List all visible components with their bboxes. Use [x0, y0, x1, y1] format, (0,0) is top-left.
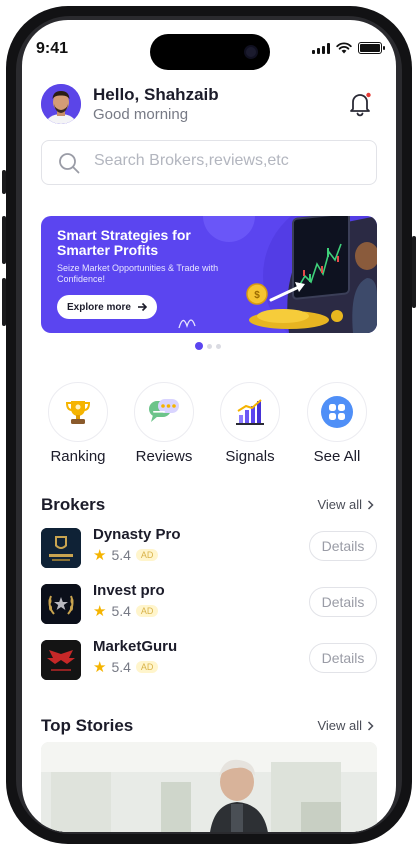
broker-list-item[interactable]: MarketGuru ★ 5.4 AD Details: [41, 638, 377, 682]
carousel-dot-active[interactable]: [195, 342, 203, 350]
banner-title: Smart Strategies for Smarter Profits: [57, 227, 191, 258]
quick-action-label: Reviews: [135, 448, 193, 465]
quick-action-label: Ranking: [50, 448, 106, 465]
broker-meta: ★ 5.4 AD: [93, 546, 159, 564]
star-icon: ★: [93, 546, 107, 564]
dynamic-island: [150, 34, 270, 70]
broker-list-item[interactable]: Invest pro ★ 5.4 AD Details: [41, 582, 377, 626]
promo-banner[interactable]: Smart Strategies for Smarter Profits Sei…: [41, 216, 377, 333]
avatar[interactable]: [41, 84, 81, 124]
broker-name: Dynasty Pro: [93, 526, 181, 543]
explore-more-label: Explore more: [67, 301, 131, 313]
top-stories-section-title: Top Stories: [41, 716, 134, 735]
brokers-view-all-link[interactable]: View all: [317, 497, 374, 512]
phone-volume-up: [2, 216, 6, 264]
ad-badge: AD: [135, 661, 159, 673]
broker-list-item[interactable]: Dynasty Pro ★ 5.4 AD Details: [41, 526, 377, 570]
top-stories-view-all-link[interactable]: View all: [317, 718, 374, 733]
user-avatar-icon: [41, 84, 81, 124]
dynasty-logo-icon: [41, 528, 81, 568]
chevron-right-icon: [367, 499, 374, 510]
banner-carousel-dots: [195, 342, 221, 350]
cellular-signal-icon: [312, 42, 330, 54]
phone-silent-switch: [2, 170, 6, 194]
quick-action-reviews[interactable]: Reviews: [124, 382, 204, 465]
quick-action-ranking[interactable]: Ranking: [38, 382, 118, 465]
signals-chart-icon: [236, 399, 264, 425]
story-photo-icon: [41, 742, 377, 832]
view-all-label: View all: [317, 497, 362, 512]
chevron-right-icon: [367, 720, 374, 731]
broker-meta: ★ 5.4 AD: [93, 602, 159, 620]
app-screen: 9:41 Hello, Shahzaib Good morning Search…: [22, 20, 396, 832]
quick-action-see-all[interactable]: See All: [297, 382, 377, 465]
status-icons: [312, 42, 385, 54]
phone-power-button: [412, 236, 416, 308]
star-icon: ★: [93, 658, 107, 676]
quick-actions: Ranking Reviews Signals See All: [41, 382, 377, 472]
search-input[interactable]: [94, 152, 364, 170]
elite-wings-logo-icon: [41, 640, 81, 680]
greeting-header: Hello, Shahzaib Good morning: [41, 84, 377, 124]
phone-volume-down: [2, 278, 6, 326]
broker-rating: 5.4: [111, 547, 131, 563]
invest-laurel-logo-icon: [41, 584, 81, 624]
battery-icon: [358, 42, 385, 54]
view-all-label: View all: [317, 718, 362, 733]
star-icon: ★: [93, 602, 107, 620]
trader-illustration-icon: $: [246, 216, 377, 333]
status-time: 9:41: [36, 40, 69, 57]
ad-badge: AD: [135, 549, 159, 561]
arrow-right-icon: [137, 302, 147, 312]
explore-more-button[interactable]: Explore more: [57, 295, 157, 319]
search-icon: [59, 153, 80, 174]
search-bar[interactable]: [41, 140, 377, 185]
ad-badge: AD: [135, 605, 159, 617]
apps-grid-icon: [321, 396, 353, 428]
wifi-icon: [336, 42, 352, 54]
camera-icon: [244, 45, 258, 59]
broker-name: MarketGuru: [93, 638, 178, 655]
brokers-section-title: Brokers: [41, 495, 106, 514]
greeting-subtitle: Good morning: [93, 106, 189, 123]
trophy-icon: [65, 401, 91, 424]
broker-rating: 5.4: [111, 659, 131, 675]
quick-action-label: Signals: [225, 448, 275, 465]
details-button[interactable]: Details: [309, 587, 377, 617]
story-card-image[interactable]: [41, 742, 377, 832]
greeting-title: Hello, Shahzaib: [93, 85, 219, 104]
details-button[interactable]: Details: [309, 643, 377, 673]
quick-action-label: See All: [313, 448, 361, 465]
notification-bell-icon[interactable]: [347, 90, 373, 118]
carousel-dot[interactable]: [207, 343, 212, 349]
banner-subtitle: Seize Market Opportunities & Trade with …: [57, 263, 219, 284]
broker-name: Invest pro: [93, 582, 165, 599]
carousel-dot[interactable]: [216, 343, 221, 349]
broker-meta: ★ 5.4 AD: [93, 658, 159, 676]
reviews-chat-icon: [149, 399, 179, 422]
svg-text:$: $: [254, 290, 260, 301]
details-button[interactable]: Details: [309, 531, 377, 561]
quick-action-signals[interactable]: Signals: [210, 382, 290, 465]
broker-rating: 5.4: [111, 603, 131, 619]
